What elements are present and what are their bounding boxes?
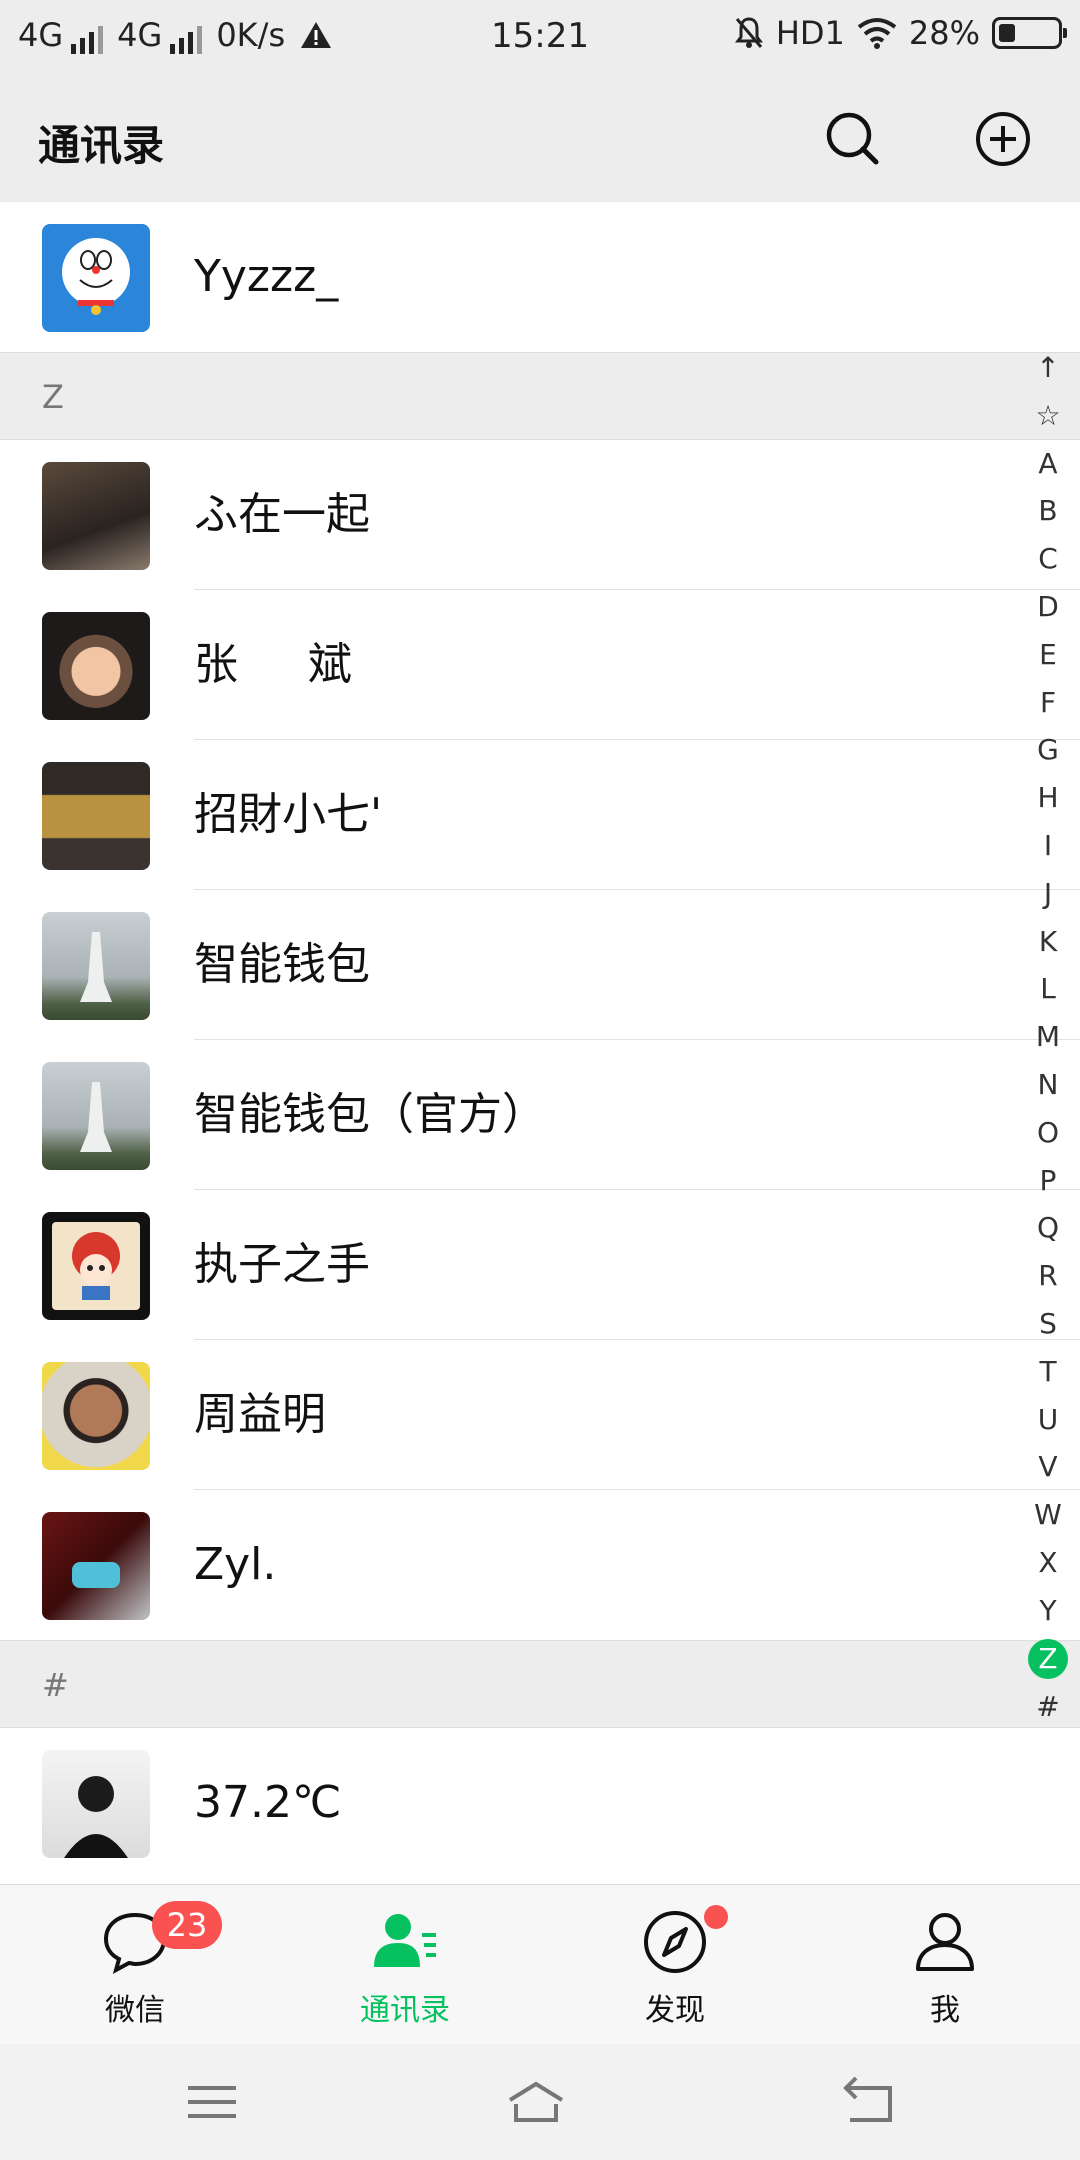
contact-name: 周益明 xyxy=(194,1389,326,1440)
index-letter[interactable]: U xyxy=(1028,1396,1068,1444)
index-letter[interactable]: T xyxy=(1028,1348,1068,1396)
contact-name: 智能钱包（官方） xyxy=(194,1089,546,1140)
contact-row[interactable]: 37.2℃ xyxy=(0,1728,1080,1878)
index-letter[interactable]: I xyxy=(1028,822,1068,870)
index-letter[interactable]: W xyxy=(1028,1491,1068,1539)
avatar xyxy=(42,612,150,720)
index-letter[interactable]: X xyxy=(1028,1539,1068,1587)
index-letter[interactable]: O xyxy=(1028,1109,1068,1157)
index-letter[interactable]: P xyxy=(1028,1157,1068,1205)
compass-icon xyxy=(644,1911,706,1973)
status-right: HD1 28% xyxy=(734,14,1067,52)
section-letter: Z xyxy=(42,378,64,416)
unread-badge: 23 xyxy=(152,1901,222,1949)
hd-indicator: HD1 xyxy=(775,14,845,52)
contact-row[interactable]: Yyzzz_ xyxy=(0,202,1080,352)
screen: 4G 4G 0K/s 15:21 HD1 28% 通讯录 Yyzzz_ Z ふ在… xyxy=(0,0,1080,2160)
wifi-icon xyxy=(857,18,897,49)
index-letter[interactable]: M xyxy=(1028,1013,1068,1061)
avatar xyxy=(42,462,150,570)
tab-chats[interactable]: 23 微信 xyxy=(0,1885,270,2045)
index-letter[interactable]: Z xyxy=(1028,1638,1068,1679)
person-icon xyxy=(916,1913,974,1971)
contact-row[interactable]: 招財小七' xyxy=(0,740,1080,890)
tab-label: 通讯录 xyxy=(360,1993,450,2028)
contacts-icon xyxy=(374,1914,436,1967)
search-icon[interactable] xyxy=(820,106,886,172)
index-letter[interactable]: Q xyxy=(1028,1204,1068,1252)
contact-list: Yyzzz_ Z ふ在一起 张 斌 招財小七' 智能钱包 智能钱包（官方） 执子… xyxy=(0,202,1080,1878)
tab-label: 微信 xyxy=(105,1993,165,2028)
index-letter[interactable]: J xyxy=(1028,870,1068,918)
contact-name: 执子之手 xyxy=(194,1239,370,1290)
index-letter[interactable]: # xyxy=(1028,1683,1068,1731)
contact-row[interactable]: Zyl. xyxy=(0,1490,1080,1640)
index-letter[interactable]: F xyxy=(1028,679,1068,727)
new-indicator-dot xyxy=(704,1905,728,1929)
index-letter[interactable]: G xyxy=(1028,726,1068,774)
contact-name: Zyl. xyxy=(194,1539,277,1590)
index-letter[interactable]: S xyxy=(1028,1300,1068,1348)
tab-contacts[interactable]: 通讯录 xyxy=(270,1885,540,2045)
avatar xyxy=(42,1362,150,1470)
avatar xyxy=(42,1212,150,1320)
index-letter[interactable]: V xyxy=(1028,1443,1068,1491)
index-letter[interactable]: N xyxy=(1028,1061,1068,1109)
contact-row[interactable]: 张 斌 xyxy=(0,590,1080,740)
contact-row[interactable]: 智能钱包（官方） xyxy=(0,1040,1080,1190)
mute-bell-icon xyxy=(734,17,763,48)
battery-icon xyxy=(992,17,1067,49)
section-letter: # xyxy=(42,1666,69,1704)
tab-bar: 23 微信 通讯录 发现 我 xyxy=(0,1884,1080,2044)
contact-name: 智能钱包 xyxy=(194,939,370,990)
index-letter[interactable]: Y xyxy=(1028,1587,1068,1635)
add-icon[interactable] xyxy=(970,106,1036,172)
tab-me[interactable]: 我 xyxy=(810,1885,1080,2045)
contact-name: ふ在一起 xyxy=(194,489,370,540)
back-icon[interactable] xyxy=(838,2072,898,2132)
contact-row[interactable]: 智能钱包 xyxy=(0,890,1080,1040)
contact-name: 37.2℃ xyxy=(194,1777,342,1828)
menu-icon[interactable] xyxy=(182,2072,242,2132)
avatar xyxy=(42,762,150,870)
avatar xyxy=(42,1062,150,1170)
page-title: 通讯录 xyxy=(38,121,165,170)
index-letter[interactable]: C xyxy=(1028,535,1068,583)
battery-text: 28% xyxy=(908,14,980,52)
home-icon[interactable] xyxy=(506,2072,566,2132)
header: 通讯录 xyxy=(0,76,1080,202)
index-letter[interactable]: ↑ xyxy=(1028,344,1068,392)
index-letter[interactable]: ☆ xyxy=(1028,392,1068,440)
index-letter[interactable]: B xyxy=(1028,487,1068,535)
tab-label: 发现 xyxy=(645,1993,705,2028)
contact-row[interactable]: 执子之手 xyxy=(0,1190,1080,1340)
contact-name: Yyzzz_ xyxy=(194,251,339,302)
section-header: # xyxy=(0,1640,1080,1728)
index-letter[interactable]: A xyxy=(1028,440,1068,488)
contact-row[interactable]: 周益明 xyxy=(0,1340,1080,1490)
alphabet-index[interactable]: ↑ ☆ A B C D E F G H I J K L M N O P Q R S T U V W X Y Z # xyxy=(1024,344,1072,1730)
index-letter[interactable]: E xyxy=(1028,631,1068,679)
avatar xyxy=(42,1512,150,1620)
section-header: Z xyxy=(0,352,1080,440)
index-letter[interactable]: R xyxy=(1028,1252,1068,1300)
index-letter[interactable]: K xyxy=(1028,918,1068,966)
tab-label: 我 xyxy=(930,1993,960,2028)
index-letter[interactable]: L xyxy=(1028,965,1068,1013)
contact-row[interactable]: ふ在一起 xyxy=(0,440,1080,590)
status-bar: 4G 4G 0K/s 15:21 HD1 28% xyxy=(0,0,1080,76)
tab-discover[interactable]: 发现 xyxy=(540,1885,810,2045)
system-nav-bar xyxy=(0,2044,1080,2160)
contact-name: 招財小七' xyxy=(194,789,383,840)
avatar xyxy=(42,1750,150,1858)
index-letter[interactable]: H xyxy=(1028,774,1068,822)
avatar xyxy=(42,912,150,1020)
contact-name: 张 斌 xyxy=(194,639,352,690)
index-letter[interactable]: D xyxy=(1028,583,1068,631)
avatar xyxy=(42,224,150,332)
